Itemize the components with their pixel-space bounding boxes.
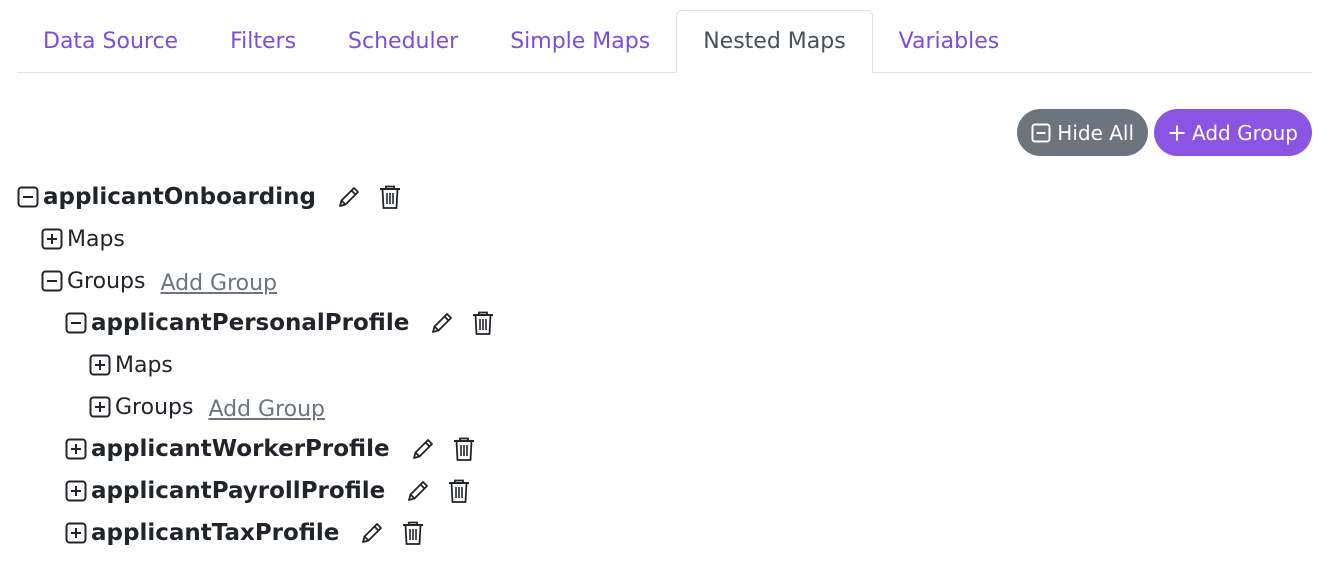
group-name: applicantOnboarding: [43, 184, 316, 210]
tree-node-group: applicantWorkerProfile: [17, 428, 495, 470]
tree-node-maps: Maps: [17, 218, 495, 260]
tab-simple-maps[interactable]: Simple Maps: [484, 10, 676, 73]
group-name: applicantWorkerProfile: [91, 436, 390, 462]
group-name: applicantTaxProfile: [91, 520, 340, 546]
tree-node-group: applicantPayrollProfile: [17, 470, 495, 512]
tree-node-maps: Maps: [17, 344, 495, 386]
tab-filters[interactable]: Filters: [204, 10, 322, 73]
maps-label: Maps: [67, 226, 125, 252]
add-group-label: Add Group: [1192, 120, 1298, 145]
plus-icon: [1168, 124, 1186, 142]
expand-icon[interactable]: [41, 228, 63, 250]
tab-bar: Data Source Filters Scheduler Simple Map…: [17, 10, 1312, 73]
maps-label: Maps: [115, 352, 173, 378]
tab-scheduler[interactable]: Scheduler: [322, 10, 484, 73]
trash-icon[interactable]: [401, 520, 425, 546]
expand-icon[interactable]: [89, 396, 111, 418]
tree-node-group: applicantPersonalProfile: [17, 302, 495, 344]
pencil-icon[interactable]: [405, 478, 431, 504]
expand-icon[interactable]: [89, 354, 111, 376]
group-name: applicantPayrollProfile: [91, 478, 386, 504]
pencil-icon[interactable]: [359, 520, 385, 546]
tree-node-groups: Groups Add Group: [17, 386, 495, 428]
collapse-icon[interactable]: [17, 186, 39, 208]
trash-icon[interactable]: [471, 310, 495, 336]
collapse-icon[interactable]: [41, 270, 63, 292]
toolbar-actions: Hide All Add Group: [1017, 109, 1312, 156]
tab-nested-maps[interactable]: Nested Maps: [676, 10, 873, 73]
group-name: applicantPersonalProfile: [91, 310, 410, 336]
pencil-icon[interactable]: [429, 310, 455, 336]
tab-variables[interactable]: Variables: [873, 10, 1026, 73]
trash-icon[interactable]: [378, 184, 402, 210]
add-group-link[interactable]: Add Group: [208, 397, 325, 422]
nested-maps-tree: applicantOnboarding Maps Groups Add Grou…: [17, 176, 495, 554]
groups-label: Groups: [67, 268, 146, 294]
pencil-icon[interactable]: [336, 184, 362, 210]
pencil-icon[interactable]: [410, 436, 436, 462]
minus-square-icon: [1031, 123, 1051, 143]
tree-node-root: applicantOnboarding: [17, 176, 495, 218]
add-group-button[interactable]: Add Group: [1154, 109, 1312, 156]
collapse-icon[interactable]: [65, 312, 87, 334]
expand-icon[interactable]: [65, 522, 87, 544]
trash-icon[interactable]: [447, 478, 471, 504]
hide-all-label: Hide All: [1057, 120, 1135, 145]
groups-label: Groups: [115, 394, 194, 420]
expand-icon[interactable]: [65, 480, 87, 502]
add-group-link[interactable]: Add Group: [160, 271, 277, 296]
tree-node-group: applicantTaxProfile: [17, 512, 495, 554]
trash-icon[interactable]: [452, 436, 476, 462]
hide-all-button[interactable]: Hide All: [1017, 109, 1149, 156]
tab-data-source[interactable]: Data Source: [17, 10, 204, 73]
expand-icon[interactable]: [65, 438, 87, 460]
tree-node-groups: Groups Add Group: [17, 260, 495, 302]
